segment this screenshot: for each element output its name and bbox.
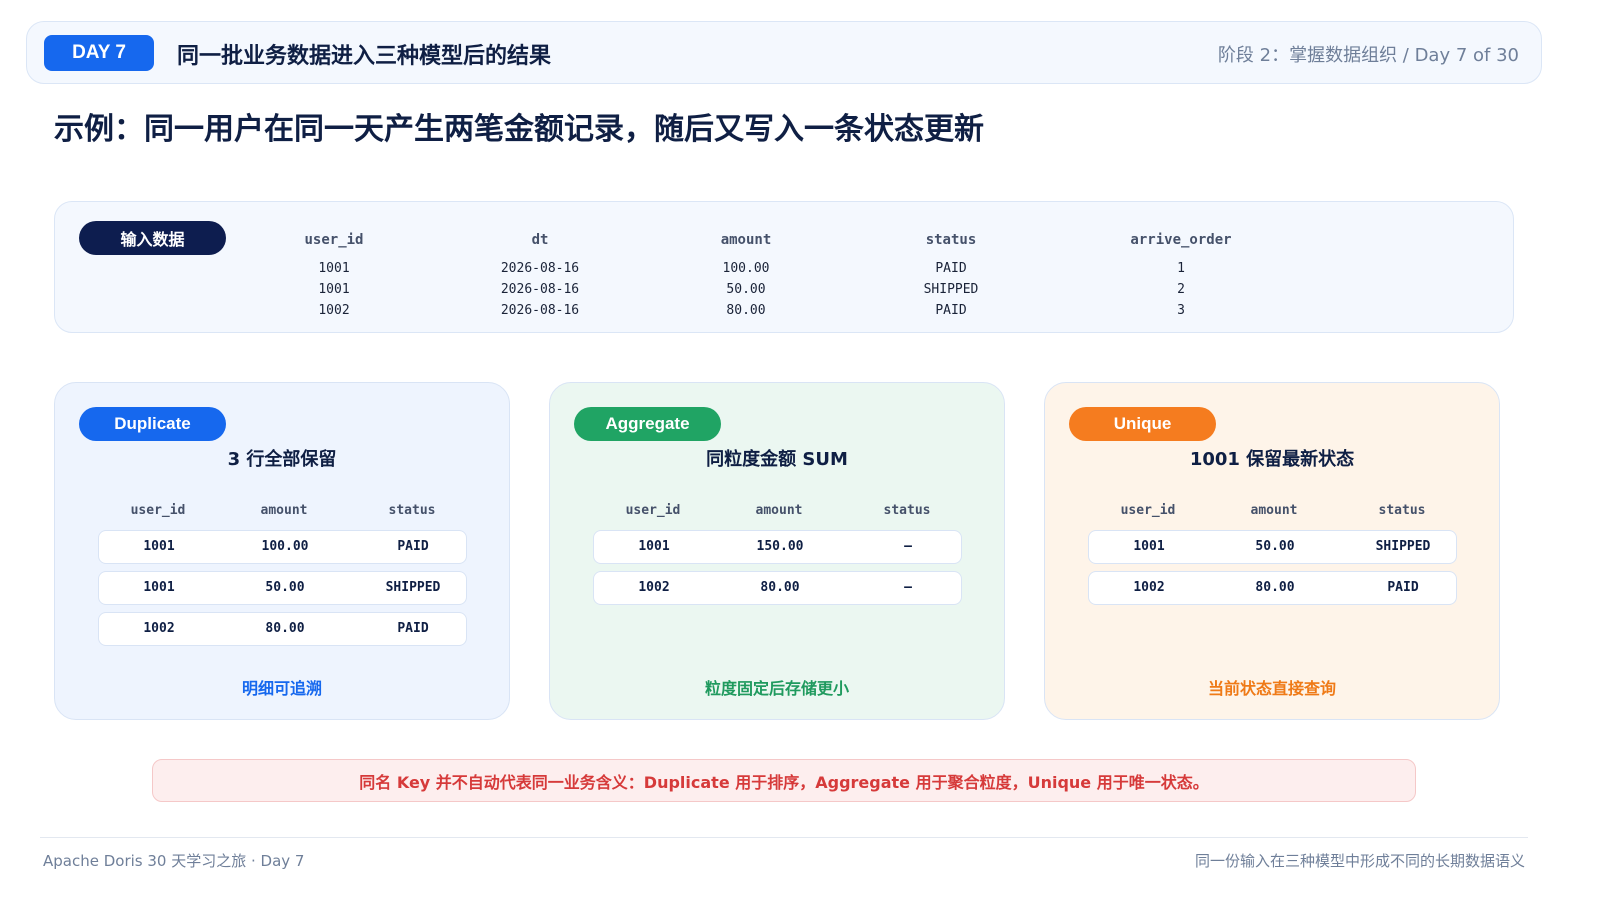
table-cell: 50.00 [1255, 539, 1295, 554]
table-row: 1002 80.00 PAID [98, 612, 467, 646]
column-header-status: status [883, 503, 931, 518]
column-header-dt: dt [531, 232, 549, 248]
table-cell: PAID [397, 621, 429, 636]
table-cell: 1002 [638, 580, 670, 595]
table-cell: 80.00 [726, 303, 766, 318]
table-cell: PAID [935, 261, 967, 276]
card-subtitle: 同粒度金额 SUM [706, 449, 848, 470]
aggregate-model-card: Aggregate 同粒度金额 SUM user_id amount statu… [549, 382, 1005, 720]
table-cell: 50.00 [726, 282, 766, 297]
column-header-amount: amount [260, 503, 308, 518]
table-cell: 100.00 [261, 539, 309, 554]
progress-indicator: 阶段 2：掌握数据组织 / Day 7 of 30 [1217, 45, 1519, 66]
table-row: 1001 50.00 SHIPPED [1088, 530, 1457, 564]
input-data-table: user_id dt amount status arrive_order 10… [55, 202, 1513, 332]
table-cell: 2026-08-16 [500, 303, 580, 318]
column-header-user-id: user_id [304, 232, 364, 248]
table-cell: — [904, 580, 912, 595]
column-header-user-id: user_id [130, 503, 186, 518]
table-cell: 1001 [318, 282, 350, 297]
table-cell: 1001 [143, 580, 175, 595]
page-title: 示例：同一用户在同一天产生两笔金额记录，随后又写入一条状态更新 [54, 112, 984, 147]
table-cell: SHIPPED [385, 580, 441, 595]
table-row: 1001 150.00 — [593, 530, 962, 564]
day-badge: DAY 7 [44, 35, 154, 71]
footer-course-label: Apache Doris 30 天学习之旅 · Day 7 [43, 852, 305, 870]
column-header-amount: amount [720, 232, 772, 248]
table-cell: 2 [1177, 282, 1185, 297]
table-cell: 100.00 [722, 261, 770, 276]
key-semantics-note: 同名 Key 并不自动代表同一业务含义：Duplicate 用于排序，Aggre… [152, 759, 1416, 802]
unique-model-card: Unique 1001 保留最新状态 user_id amount status… [1044, 382, 1500, 720]
column-header-amount: amount [1250, 503, 1298, 518]
table-cell: 150.00 [756, 539, 804, 554]
column-header-status: status [1378, 503, 1426, 518]
unique-label: Unique [1069, 407, 1216, 441]
aggregate-label: Aggregate [574, 407, 721, 441]
card-subtitle: 1001 保留最新状态 [1189, 449, 1355, 470]
table-cell: 2026-08-16 [500, 282, 580, 297]
table-cell: SHIPPED [1375, 539, 1431, 554]
duplicate-model-card: Duplicate 3 行全部保留 user_id amount status … [54, 382, 510, 720]
column-header-user-id: user_id [625, 503, 681, 518]
footer-divider [40, 837, 1528, 838]
table-row: 1001 50.00 SHIPPED [98, 571, 467, 605]
table-row: 1002 80.00 PAID [1088, 571, 1457, 605]
table-cell: 1001 [1133, 539, 1165, 554]
table-cell: — [904, 539, 912, 554]
table-cell: 50.00 [265, 580, 305, 595]
table-cell: 1001 [143, 539, 175, 554]
input-data-panel: 输入数据 user_id dt amount status arrive_ord… [54, 201, 1514, 333]
table-cell: 80.00 [1255, 580, 1295, 595]
table-row: 1001 100.00 PAID [98, 530, 467, 564]
table-cell: 2026-08-16 [500, 261, 580, 276]
table-cell: 80.00 [760, 580, 800, 595]
table-row: 1002 80.00 — [593, 571, 962, 605]
table-cell: SHIPPED [923, 282, 979, 297]
table-cell: 1002 [143, 621, 175, 636]
column-header-user-id: user_id [1120, 503, 1176, 518]
table-cell: 3 [1177, 303, 1185, 318]
header-title: 同一批业务数据进入三种模型后的结果 [177, 44, 552, 69]
card-subtitle: 3 行全部保留 [227, 449, 337, 470]
column-header-arrive-order: arrive_order [1130, 232, 1232, 248]
column-header-amount: amount [755, 503, 803, 518]
table-cell: 80.00 [265, 621, 305, 636]
table-cell: 1001 [638, 539, 670, 554]
card-footer: 当前状态直接查询 [1207, 679, 1336, 698]
footer-summary: 同一份输入在三种模型中形成不同的长期数据语义 [1194, 852, 1525, 870]
header-bar: DAY 7 同一批业务数据进入三种模型后的结果 阶段 2：掌握数据组织 / Da… [26, 21, 1542, 84]
table-cell: PAID [397, 539, 429, 554]
table-cell: 1002 [318, 303, 350, 318]
card-footer: 粒度固定后存储更小 [704, 679, 849, 698]
card-footer: 明细可追溯 [241, 679, 322, 698]
duplicate-label: Duplicate [79, 407, 226, 441]
table-cell: PAID [935, 303, 967, 318]
column-header-status: status [925, 232, 977, 248]
table-cell: PAID [1387, 580, 1419, 595]
table-cell: 1 [1177, 261, 1185, 276]
table-cell: 1002 [1133, 580, 1165, 595]
column-header-status: status [388, 503, 436, 518]
table-cell: 1001 [318, 261, 350, 276]
